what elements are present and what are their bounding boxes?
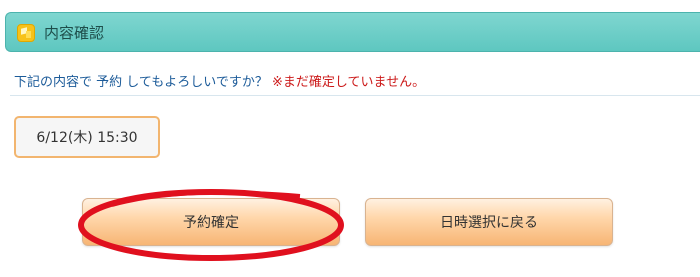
reservation-datetime: 6/12(木) 15:30 (14, 116, 160, 158)
box-icon (17, 24, 35, 42)
divider (10, 95, 700, 96)
back-to-datetime-button[interactable]: 日時選択に戻る (365, 198, 613, 246)
section-title: 内容確認 (44, 24, 105, 42)
confirm-reservation-button[interactable]: 予約確定 (82, 198, 340, 246)
confirmation-message: 下記の内容で 予約 してもよろしいですか？ ※まだ確定していません。 (14, 74, 425, 92)
section-header: 内容確認 (5, 12, 700, 52)
confirmation-question: 下記の内容で 予約 してもよろしいですか？ (14, 75, 268, 90)
not-confirmed-warning: ※まだ確定していません。 (271, 75, 426, 90)
